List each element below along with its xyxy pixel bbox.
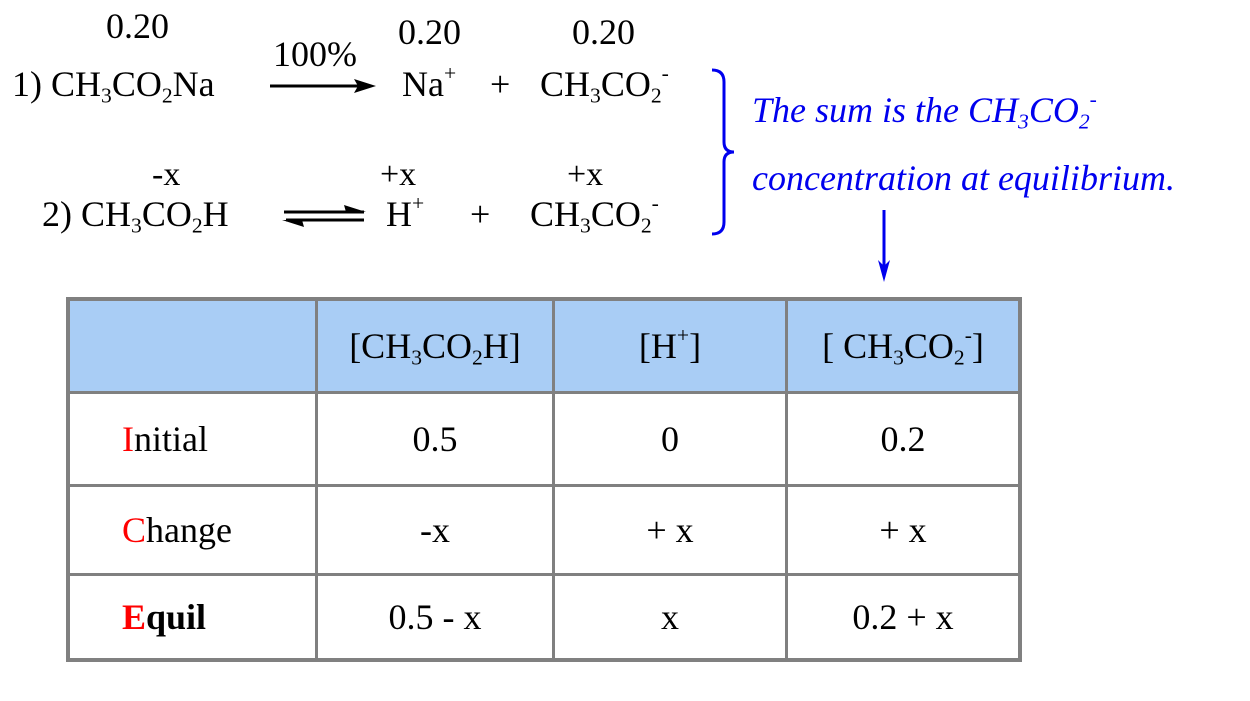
cell-value: 0.5 [315, 391, 555, 487]
plus-sign: + [490, 64, 511, 104]
product-acetate-ion: CH3CO2- [530, 190, 659, 238]
product4-change: +x [567, 156, 604, 193]
ice-table: [CH3CO2H] [H+] [ CH3CO2-] Initial 0.5 0 … [66, 297, 1022, 662]
product-sodium-ion: Na+ [402, 60, 457, 104]
product1-concentration: 0.20 [398, 12, 461, 52]
reaction2-number: 2) [42, 194, 72, 234]
header-cell-acetate-ion: [ CH3CO2-] [785, 297, 1022, 394]
cell-value: 0.2 + x [785, 573, 1022, 662]
cell-value: + x [552, 484, 788, 576]
reaction1-number: 1) [12, 64, 42, 104]
table-row-initial: Initial 0.5 0 0.2 [66, 391, 1022, 487]
cell-value: -x [315, 484, 555, 576]
table-header-row: [CH3CO2H] [H+] [ CH3CO2-] [66, 297, 1022, 394]
header-cell-empty [66, 297, 318, 394]
plus-sign: + [470, 194, 491, 234]
table-row-equil: Equil 0.5 - x x 0.2 + x [66, 573, 1022, 662]
forward-arrow-icon [270, 79, 376, 93]
reactant1-concentration: 0.20 [106, 6, 169, 46]
product-acetate-ion: CH3CO2- [540, 60, 669, 108]
row-label-change: Change [66, 484, 318, 576]
cell-value: 0 [552, 391, 788, 487]
equilibrium-arrow-icon [282, 205, 366, 227]
row-label-initial: Initial [66, 391, 318, 487]
product2-concentration: 0.20 [572, 12, 635, 52]
product-hydrogen-ion: H+ [386, 190, 425, 234]
arrow-label: 100% [273, 34, 357, 74]
header-cell-hydrogen-ion: [H+] [552, 297, 788, 394]
reaction1-equation: 1) CH3CO2Na [12, 64, 215, 108]
cell-value: x [552, 573, 788, 662]
right-brace-icon [711, 68, 735, 236]
reactant-acetic-acid: CH3CO2H [81, 194, 229, 238]
annotation-line1: The sum is the CH3CO2- [752, 86, 1097, 134]
table-row-change: Change -x + x + x [66, 484, 1022, 576]
header-cell-acetic-acid: [CH3CO2H] [315, 297, 555, 394]
reactant2-change: -x [152, 156, 181, 193]
annotation-line2: concentration at equilibrium. [752, 158, 1175, 198]
cell-value: + x [785, 484, 1022, 576]
row-label-equil: Equil [66, 573, 318, 662]
cell-value: 0.5 - x [315, 573, 555, 662]
cell-value: 0.2 [785, 391, 1022, 487]
reactant-sodium-acetate: CH3CO2Na [51, 64, 215, 108]
down-arrow-icon [878, 210, 890, 282]
reaction2-equation: 2) CH3CO2H [42, 194, 229, 238]
product3-change: +x [380, 156, 417, 193]
